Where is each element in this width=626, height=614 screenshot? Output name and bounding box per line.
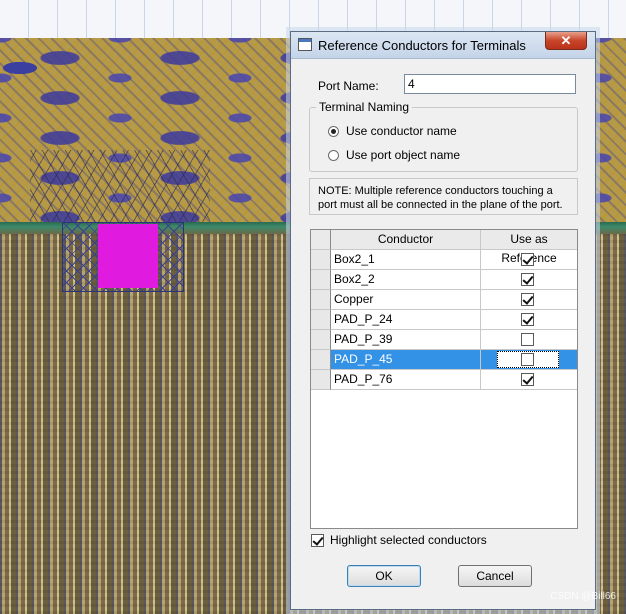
- conductor-name-cell[interactable]: Box2_1: [331, 250, 481, 270]
- close-button[interactable]: ✕: [545, 32, 587, 50]
- use-as-reference-cell[interactable]: [481, 330, 577, 350]
- checked-checkbox-icon[interactable]: [521, 373, 534, 386]
- row-selector[interactable]: [311, 270, 331, 290]
- checked-checkbox-icon[interactable]: [521, 273, 534, 286]
- column-header-use-as-reference[interactable]: Use as Reference: [481, 230, 577, 265]
- use-conductor-name-radio[interactable]: Use conductor name: [328, 124, 457, 138]
- column-header-conductor[interactable]: Conductor: [331, 230, 481, 250]
- port-name-label: Port Name:: [318, 79, 379, 93]
- highlighted-port[interactable]: [98, 224, 158, 288]
- use-port-object-name-label: Use port object name: [346, 148, 461, 162]
- radio-selected-icon[interactable]: [328, 125, 339, 137]
- terminal-naming-legend: Terminal Naming: [316, 100, 413, 114]
- table-row[interactable]: Box2_1: [311, 250, 577, 270]
- use-port-object-name-radio[interactable]: Use port object name: [328, 148, 460, 162]
- window-icon: [298, 38, 312, 51]
- watermark-text: CSDN @Bill66: [550, 591, 616, 602]
- unchecked-checkbox-icon[interactable]: [521, 333, 534, 346]
- reference-conductors-dialog: Reference Conductors for Terminals ✕ Por…: [290, 31, 596, 610]
- conductor-name-cell[interactable]: PAD_P_45: [331, 350, 481, 370]
- dialog-title: Reference Conductors for Terminals: [318, 38, 526, 53]
- radio-unselected-icon[interactable]: [328, 149, 339, 161]
- conductor-name-cell[interactable]: Box2_2: [331, 270, 481, 290]
- row-selector[interactable]: [311, 250, 331, 270]
- conductor-table: Conductor Use as Reference Box2_1Box2_2C…: [310, 229, 578, 529]
- conductor-name-cell[interactable]: Copper: [331, 290, 481, 310]
- checked-checkbox-icon[interactable]: [521, 293, 534, 306]
- use-as-reference-cell[interactable]: [481, 270, 577, 290]
- table-header: Conductor Use as Reference: [311, 230, 577, 265]
- highlight-check-icon[interactable]: [311, 533, 324, 547]
- terminal-naming-group: Terminal Naming: [309, 100, 578, 172]
- row-selector[interactable]: [311, 290, 331, 310]
- row-selector[interactable]: [311, 350, 331, 370]
- note-text: NOTE: Multiple reference conductors touc…: [309, 178, 578, 215]
- table-row[interactable]: Box2_2: [311, 270, 577, 290]
- highlight-selected-conductors-checkbox[interactable]: Highlight selected conductors: [311, 533, 487, 547]
- use-conductor-name-label: Use conductor name: [346, 124, 457, 138]
- table-row[interactable]: PAD_P_76: [311, 370, 577, 390]
- checked-checkbox-icon[interactable]: [521, 313, 534, 326]
- table-row[interactable]: PAD_P_24: [311, 310, 577, 330]
- table-row[interactable]: PAD_P_45: [311, 350, 577, 370]
- unchecked-checkbox-icon[interactable]: [521, 353, 534, 366]
- cancel-button[interactable]: Cancel: [458, 565, 532, 587]
- table-row[interactable]: PAD_P_39: [311, 330, 577, 350]
- header-corner: [311, 230, 331, 250]
- use-as-reference-cell[interactable]: [481, 310, 577, 330]
- row-selector[interactable]: [311, 330, 331, 350]
- checked-checkbox-icon[interactable]: [521, 253, 534, 266]
- connector-truss: [30, 150, 210, 230]
- use-as-reference-cell[interactable]: [481, 350, 577, 370]
- row-selector[interactable]: [311, 370, 331, 390]
- use-as-reference-cell[interactable]: [481, 250, 577, 270]
- conductor-name-cell[interactable]: PAD_P_39: [331, 330, 481, 350]
- dialog-titlebar[interactable]: Reference Conductors for Terminals ✕: [291, 32, 595, 59]
- table-row[interactable]: Copper: [311, 290, 577, 310]
- use-as-reference-cell[interactable]: [481, 290, 577, 310]
- port-name-input[interactable]: [404, 74, 576, 94]
- conductor-name-cell[interactable]: PAD_P_76: [331, 370, 481, 390]
- row-selector[interactable]: [311, 310, 331, 330]
- highlight-selected-conductors-label: Highlight selected conductors: [330, 533, 487, 547]
- ok-button[interactable]: OK: [347, 565, 421, 587]
- use-as-reference-cell[interactable]: [481, 370, 577, 390]
- conductor-name-cell[interactable]: PAD_P_24: [331, 310, 481, 330]
